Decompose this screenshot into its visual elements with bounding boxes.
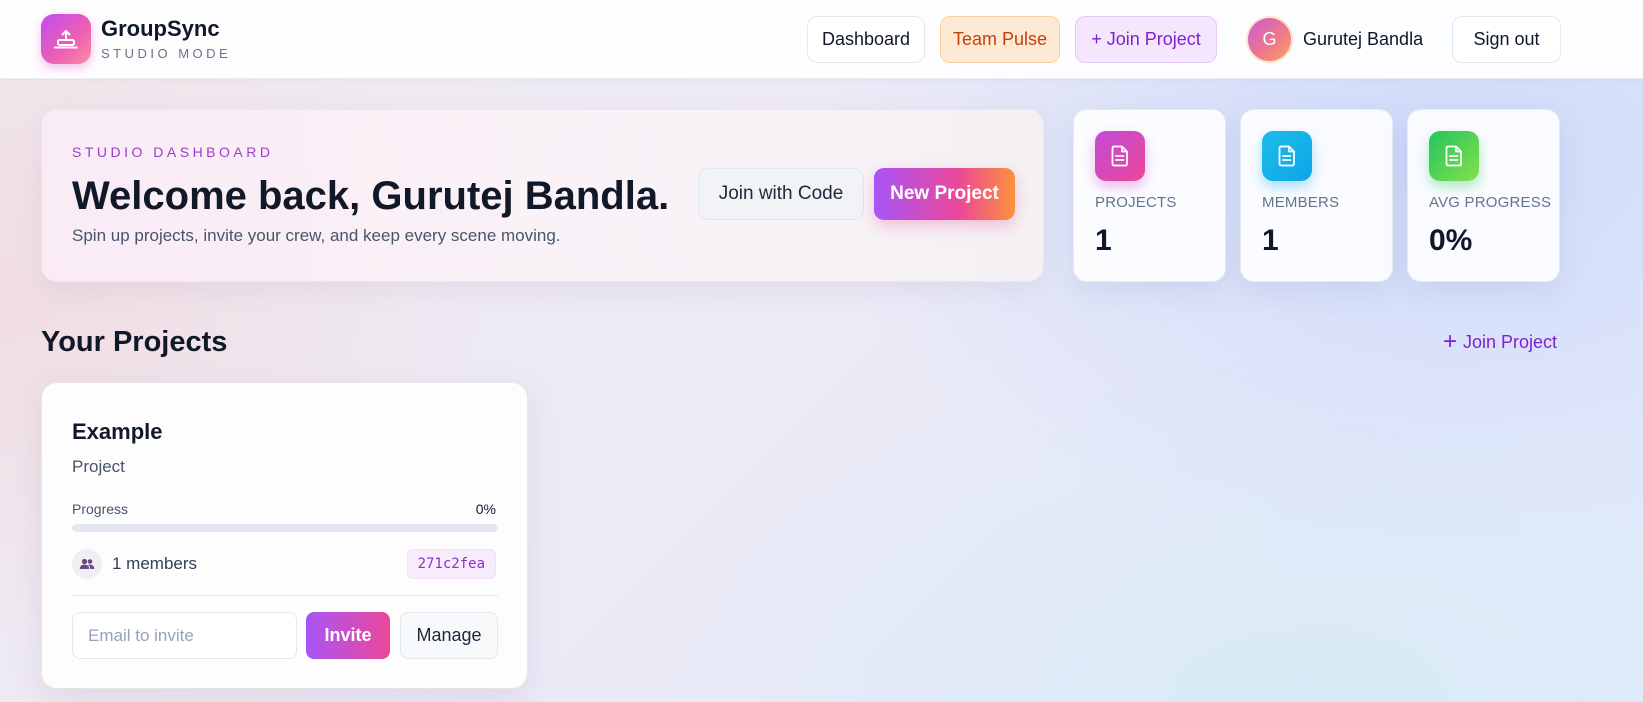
user-menu[interactable]: G Gurutej Bandla (1246, 16, 1423, 63)
section-title: Your Projects (41, 326, 228, 358)
divider (72, 595, 498, 596)
page-title: Welcome back, Gurutej Bandla. (72, 174, 670, 218)
avatar: G (1246, 16, 1293, 63)
brand-subtitle: STUDIO MODE (101, 45, 232, 61)
welcome-card: STUDIO DASHBOARD Welcome back, Gurutej B… (41, 109, 1044, 282)
stat-card-members: MEMBERS 1 (1240, 109, 1393, 282)
brand-text: GroupSync STUDIO MODE (101, 16, 232, 61)
members-count: 1 members (112, 554, 198, 573)
members-info: 1 members (72, 549, 197, 579)
progress-bar (72, 524, 498, 532)
manage-button[interactable]: Manage (400, 612, 498, 659)
join-with-code-button[interactable]: Join with Code (698, 168, 864, 220)
document-icon (1429, 131, 1479, 181)
laptop-upload-icon (41, 14, 91, 64)
invite-email-input[interactable] (72, 612, 297, 659)
stat-value: 1 (1262, 224, 1279, 257)
user-name: Gurutej Bandla (1303, 29, 1424, 49)
brand[interactable]: GroupSync STUDIO MODE (41, 14, 231, 64)
join-project-link-label: Join Project (1463, 331, 1558, 352)
nav-join-project-button[interactable]: + Join Project (1075, 16, 1217, 63)
nav-team-pulse-button[interactable]: Team Pulse (940, 16, 1060, 63)
sign-out-button[interactable]: Sign out (1452, 16, 1561, 63)
brand-name: GroupSync (101, 16, 220, 42)
project-type: Project (72, 457, 125, 476)
users-icon (72, 549, 102, 579)
document-icon (1095, 131, 1145, 181)
progress-label: Progress (72, 501, 129, 517)
join-project-link[interactable]: + Join Project (1443, 330, 1557, 354)
stat-label: AVG PROGRESS (1429, 194, 1552, 211)
top-nav-bar: GroupSync STUDIO MODE Dashboard Team Pul… (0, 0, 1643, 79)
stat-value: 1 (1095, 224, 1112, 257)
welcome-subtitle: Spin up projects, invite your crew, and … (72, 226, 561, 245)
project-name: Example (72, 419, 163, 444)
welcome-eyebrow: STUDIO DASHBOARD (72, 144, 274, 160)
stat-label: MEMBERS (1262, 194, 1340, 211)
project-code-badge[interactable]: 271c2fea (406, 549, 496, 579)
project-card: Example Project Progress 0% 1 members 27… (41, 382, 528, 689)
document-icon (1262, 131, 1312, 181)
progress-value: 0% (475, 501, 496, 517)
invite-button[interactable]: Invite (306, 612, 390, 659)
new-project-button[interactable]: New Project (874, 168, 1015, 220)
stat-card-avg-progress: AVG PROGRESS 0% (1407, 109, 1560, 282)
stat-card-projects: PROJECTS 1 (1073, 109, 1226, 282)
nav-dashboard-button[interactable]: Dashboard (807, 16, 925, 63)
plus-icon: + (1443, 328, 1458, 355)
stat-label: PROJECTS (1095, 194, 1177, 211)
stat-value: 0% (1429, 224, 1473, 257)
